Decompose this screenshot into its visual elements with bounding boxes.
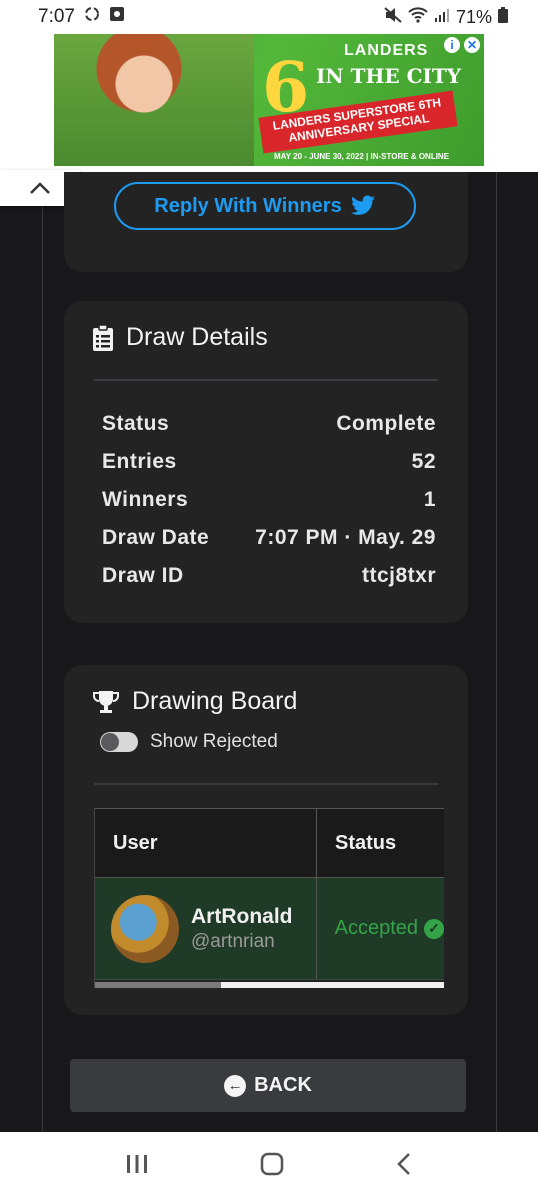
sync-icon [83, 5, 101, 29]
detail-label: Draw ID [102, 564, 184, 587]
detail-row-draw-id: Draw ID ttcj8txr [102, 557, 436, 595]
user-name: ArtRonald [191, 904, 293, 928]
draw-details-title: Draw Details [126, 323, 268, 351]
wifi-icon [408, 6, 428, 28]
divider [94, 379, 438, 381]
mute-icon [384, 6, 402, 28]
detail-label: Status [102, 412, 170, 435]
draw-details-header: Draw Details [92, 323, 268, 352]
signal-icon [434, 7, 450, 28]
detail-row-draw-date: Draw Date 7:07 PM · May. 29 [102, 519, 436, 557]
navigation-bar [0, 1132, 538, 1200]
back-nav-button[interactable] [395, 1152, 413, 1181]
drawing-board-header: Drawing Board [92, 687, 297, 716]
show-rejected-toggle[interactable] [100, 732, 138, 752]
clipboard-icon [93, 323, 113, 351]
avatar [111, 894, 179, 963]
ad-headline: IN THE CITY [316, 64, 462, 88]
back-button[interactable]: ← BACK [70, 1059, 466, 1112]
check-circle-icon: ✓ [424, 918, 444, 939]
ad-tagline: MAY 20 - JUNE 30, 2022 | IN-STORE & ONLI… [274, 152, 450, 161]
drawing-board-title: Drawing Board [132, 687, 298, 715]
table-header: User Status [95, 808, 444, 878]
ad-brand: LANDERS [344, 42, 429, 59]
table-row: ArtRonald @artnrian Accepted ✓ [95, 878, 444, 980]
user-handle: @artnrian [191, 930, 275, 952]
detail-label: Entries [102, 450, 177, 473]
chevron-up-icon [30, 182, 50, 194]
status-cell: Accepted ✓ [317, 878, 444, 979]
scrollbar-thumb[interactable] [95, 982, 221, 988]
trophy-icon [93, 690, 119, 713]
reply-label: Reply With Winners [154, 194, 342, 217]
show-rejected-row: Show Rejected [100, 731, 278, 753]
detail-row-entries: Entries 52 [102, 443, 436, 481]
column-header-status: Status [335, 831, 397, 854]
detail-label: Winners [102, 488, 189, 511]
column-border-left [42, 172, 43, 1132]
status-time: 7:07 [38, 6, 75, 27]
detail-value: ttcj8txr [361, 564, 436, 587]
table-horizontal-scrollbar[interactable] [95, 982, 444, 988]
winners-table: User Status ArtRonald @artnrian Accepted… [94, 808, 444, 988]
reply-with-winners-button[interactable]: Reply With Winners [114, 182, 416, 230]
ad-close-icon[interactable]: ✕ [464, 37, 480, 53]
detail-value: 1 [423, 488, 436, 511]
home-icon [260, 1152, 284, 1175]
detail-value: 7:07 PM · May. 29 [255, 526, 436, 549]
status-badge: Accepted [334, 917, 418, 939]
divider [94, 783, 438, 785]
detail-value: Complete [336, 412, 436, 435]
arrow-left-circle-icon: ← [224, 1074, 247, 1097]
recent-apps-icon [127, 1154, 147, 1173]
home-button[interactable] [259, 1151, 285, 1182]
draw-details-list: Status Complete Entries 52 Winners 1 Dra… [102, 405, 436, 595]
column-border-right [496, 172, 497, 1132]
user-cell: ArtRonald @artnrian [95, 878, 317, 979]
recent-apps-button[interactable] [125, 1153, 149, 1180]
show-rejected-label: Show Rejected [150, 731, 278, 752]
detail-label: Draw Date [102, 526, 210, 549]
ad-container: LANDERS 6 IN THE CITY LANDERS SUPERSTORE… [0, 34, 538, 172]
status-bar: 7:07 71% [0, 0, 538, 34]
back-label: BACK [254, 1074, 312, 1096]
drawing-board-card: Drawing Board Show Rejected User Status … [64, 665, 468, 1015]
draw-details-card: Draw Details Status Complete Entries 52 … [64, 301, 468, 623]
ad-banner[interactable]: LANDERS 6 IN THE CITY LANDERS SUPERSTORE… [54, 34, 484, 166]
battery-icon [498, 6, 508, 28]
detail-row-status: Status Complete [102, 405, 436, 443]
ad-image [54, 34, 254, 166]
screenshot-icon [109, 6, 125, 28]
detail-value: 52 [411, 450, 436, 473]
column-header-user: User [95, 809, 317, 877]
battery-percent: 71% [455, 6, 492, 27]
detail-row-winners: Winners 1 [102, 481, 436, 519]
twitter-icon [350, 195, 375, 215]
ad-info-icon[interactable]: i [444, 37, 460, 53]
reply-card: Reply With Winners [64, 172, 468, 272]
chevron-left-icon [397, 1152, 410, 1175]
